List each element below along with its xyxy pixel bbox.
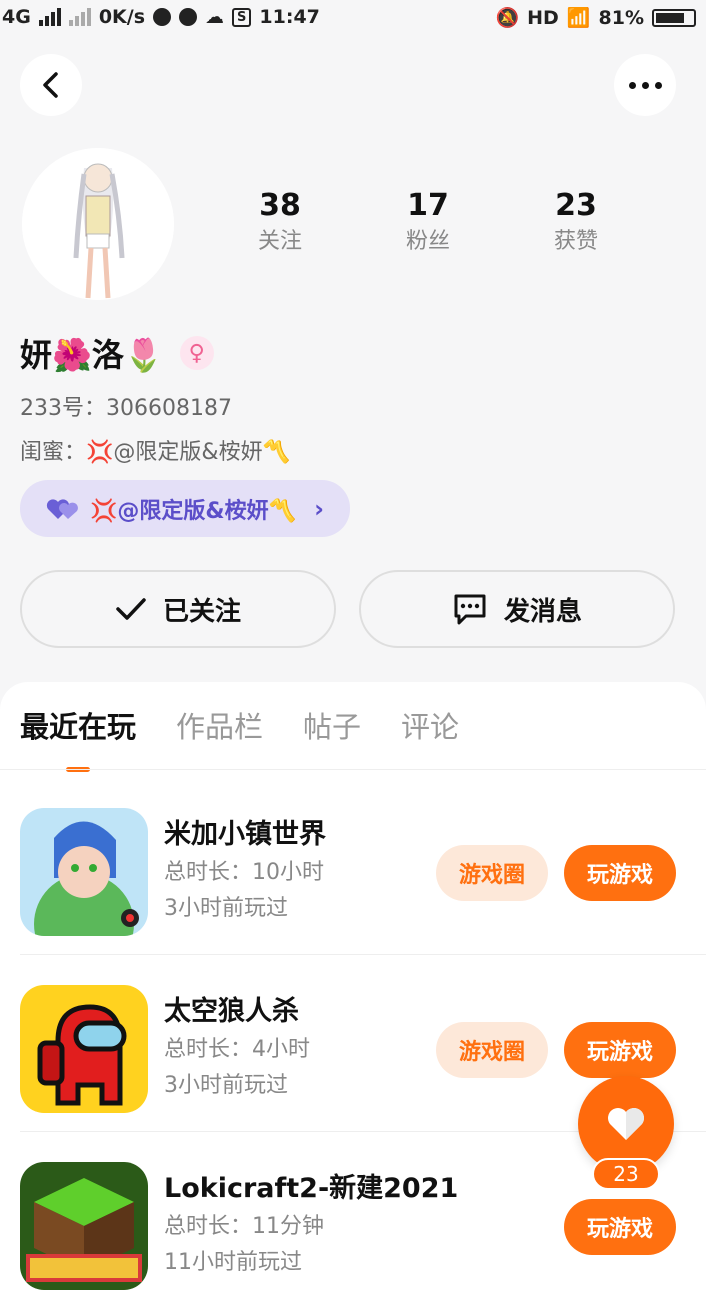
- net-speed: 0K/s: [98, 6, 146, 28]
- bff-pill[interactable]: 💢@限定版&桉妍〽️ ›: [20, 480, 350, 537]
- more-button[interactable]: [614, 54, 676, 116]
- play-game-button[interactable]: 玩游戏: [564, 1022, 676, 1078]
- game-title: Lokicraft2-新建2021: [164, 1173, 459, 1204]
- app-notif-icon: [153, 8, 172, 26]
- chat-bubble-icon: [454, 594, 486, 625]
- stat-value: 38: [259, 188, 301, 223]
- bff-name: 💢@限定版&桉妍〽️: [86, 440, 290, 465]
- profile-name: 妍🌺洛🌷: [20, 336, 164, 374]
- stat-value: 17: [407, 188, 449, 223]
- avatar-image: [22, 148, 174, 300]
- wifi-icon: 📶: [566, 7, 591, 29]
- message-label: 发消息: [503, 596, 582, 627]
- stat-value: 23: [555, 188, 597, 223]
- game-circle-button[interactable]: 游戏圈: [436, 845, 548, 901]
- game-title: 米加小镇世界: [164, 819, 326, 850]
- game-duration: 总时长：11分钟: [164, 1214, 324, 1239]
- followed-label: 已关注: [162, 596, 241, 627]
- chevron-right-icon: ›: [314, 494, 324, 523]
- content-card: 最近在玩 作品栏 帖子 评论 米加小镇世界 总时长：10小时 3小时前玩过 游戏…: [0, 682, 706, 1302]
- stat-following[interactable]: 38 关注: [206, 186, 354, 258]
- mute-icon: 🔕: [495, 7, 520, 29]
- stat-label: 粉丝: [405, 229, 450, 254]
- profile-stats: 38 关注 17 粉丝 23 获赞: [206, 186, 650, 258]
- game-icon: [20, 808, 148, 936]
- network-label: 4G: [2, 6, 31, 28]
- bff-label: 闺蜜：: [20, 440, 87, 465]
- game-circle-button[interactable]: 游戏圈: [436, 1022, 548, 1078]
- tab-comments[interactable]: 评论: [401, 704, 459, 746]
- signal-icon: [38, 8, 61, 26]
- status-time: 11:47: [259, 6, 320, 28]
- cloud-icon: ☁: [205, 6, 225, 28]
- s-notif-icon: S: [232, 7, 252, 27]
- game-last-played: 3小时前玩过: [164, 896, 288, 921]
- more-dot: [654, 81, 662, 89]
- battery-icon: [652, 8, 696, 27]
- like-count: 23: [592, 1158, 660, 1190]
- stat-fans[interactable]: 17 粉丝: [354, 186, 502, 258]
- chevron-left-icon: [43, 72, 58, 98]
- tab-recent-play[interactable]: 最近在玩: [20, 704, 136, 772]
- stat-likes[interactable]: 23 获赞: [502, 186, 650, 258]
- planet-notif-icon: [179, 8, 198, 26]
- tab-bar: 最近在玩 作品栏 帖子 评论: [20, 704, 459, 772]
- more-dot: [641, 81, 649, 89]
- game-title: 太空狼人杀: [164, 996, 299, 1027]
- game-last-played: 3小时前玩过: [164, 1073, 288, 1098]
- name-row: 妍🌺洛🌷 ♀: [20, 330, 214, 376]
- game-duration: 总时长：10小时: [164, 860, 324, 885]
- tab-works[interactable]: 作品栏: [176, 704, 263, 746]
- more-dot: [628, 81, 636, 89]
- battery-percent: 81%: [598, 6, 644, 29]
- game-icon: [20, 985, 148, 1113]
- double-heart-icon: [46, 498, 78, 519]
- avatar[interactable]: [22, 148, 174, 300]
- hd-label: HD: [527, 6, 559, 29]
- game-duration: 总时长：4小时: [164, 1037, 310, 1062]
- check-icon: [116, 598, 146, 620]
- game-item[interactable]: 米加小镇世界 总时长：10小时 3小时前玩过 游戏圈 玩游戏: [0, 770, 706, 946]
- stat-label: 获赞: [553, 229, 598, 254]
- play-game-button[interactable]: 玩游戏: [564, 1199, 676, 1255]
- female-icon: ♀: [179, 336, 214, 370]
- signal-2-icon: [68, 8, 91, 26]
- game-last-played: 11小时前玩过: [164, 1250, 302, 1275]
- tab-posts[interactable]: 帖子: [303, 704, 361, 746]
- send-message-button[interactable]: 发消息: [359, 570, 675, 648]
- stat-label: 关注: [257, 229, 302, 254]
- heart-icon: [608, 1108, 644, 1140]
- back-button[interactable]: [20, 54, 82, 116]
- bff-pill-text: 💢@限定版&桉妍〽️: [90, 498, 296, 524]
- user-id: 233号：306608187: [20, 396, 232, 421]
- play-game-button[interactable]: 玩游戏: [564, 845, 676, 901]
- status-bar: 4G 0K/s ☁ S 11:47 🔕 HD 📶 81%: [0, 0, 706, 36]
- followed-button[interactable]: 已关注: [20, 570, 336, 648]
- bff-line: 闺蜜：💢@限定版&桉妍〽️: [20, 434, 290, 466]
